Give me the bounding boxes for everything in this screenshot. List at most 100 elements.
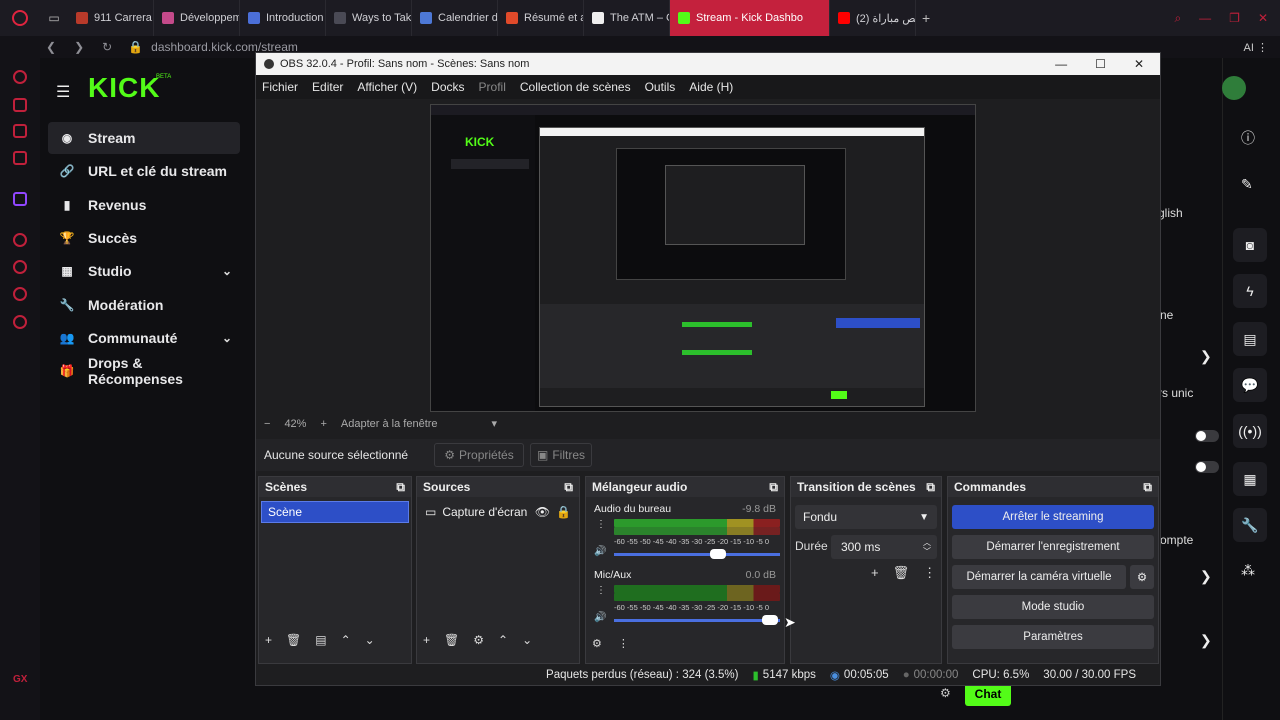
close-icon[interactable]: ✕ [1258,11,1268,26]
eye-icon[interactable]: 👁 [535,505,550,519]
spin-arrows-icon[interactable]: ︿ ﹀ [923,538,931,556]
lightning-icon[interactable]: ϟ [1233,274,1267,308]
notes-icon[interactable]: ▤ [1233,322,1267,356]
minimize-icon[interactable]: — [1199,11,1211,26]
lock-icon[interactable]: 🔒 [556,505,571,519]
gear-icon[interactable]: ⚙ [473,633,484,647]
start-recording-button[interactable]: Démarrer l'enregistrement [952,535,1154,559]
opera-gx-logo[interactable] [0,0,40,36]
edit-icon[interactable]: ✎ [1241,176,1253,193]
scene-item[interactable]: Scène [261,501,409,523]
ai-button[interactable]: AI ⋮ [1244,41,1268,54]
mixer-menu-icon[interactable]: ⋮ [596,585,606,596]
add-icon[interactable]: + [265,633,272,647]
twitch-icon[interactable] [13,192,27,206]
gx-sidebar-icon[interactable] [13,70,27,84]
menu-item[interactable]: Fichier [262,80,298,94]
settings-button[interactable]: Paramètres [952,625,1154,649]
chevron-right-icon[interactable]: ❯ [1200,632,1212,649]
menu-item[interactable]: Docks [431,80,464,94]
menu-item[interactable]: Outils [645,80,676,94]
sidebar-item-4[interactable]: ▦ Studio ⌄ [48,255,240,287]
sidebar-item-6[interactable]: 👥 Communauté ⌄ [48,322,240,354]
avatar[interactable] [1222,76,1246,100]
dock-float-icon[interactable]: ⧉ [396,480,405,495]
chat-settings-icon[interactable]: ⚙ [940,686,951,700]
info-icon[interactable]: ⓘ [1241,128,1255,148]
kebab-menu-icon[interactable]: ⋮ [923,565,936,581]
filter-icon[interactable]: ▤ [315,633,326,647]
dock-float-icon[interactable]: ⧉ [1143,480,1152,495]
speaker-icon[interactable]: 🔊 [594,546,606,557]
tools-icon[interactable]: 🔧 [1233,508,1267,542]
mixer-menu-icon[interactable]: ⋮ [596,519,606,530]
chevron-down-icon[interactable]: ▾ [492,417,498,430]
source-item[interactable]: ▭ Capture d'écran 👁 🔒 [419,501,577,523]
minimize-icon[interactable]: — [1055,57,1067,71]
menu-icon[interactable]: ☰ [56,82,70,102]
layout-icon[interactable]: ▦ [1233,462,1267,496]
back-icon[interactable]: ❮ [46,40,56,54]
chevron-right-icon[interactable]: ❯ [1200,568,1212,585]
virtual-camera-button[interactable]: Démarrer la caméra virtuelle [952,565,1126,589]
chevron-down-icon[interactable]: ⌄ [222,331,232,345]
chevron-up-icon[interactable]: ⌃ [341,633,351,647]
trash-icon[interactable]: 🗑 [444,633,459,647]
browser-tab[interactable]: Résumé et avis c [498,0,584,36]
fit-window-select[interactable]: Adapter à la fenêtre [341,418,438,430]
history-icon[interactable] [13,260,27,274]
browser-tab[interactable]: ملخص مباراة (2) [830,0,916,36]
zoom-in-icon[interactable]: + [320,418,326,430]
dock-float-icon[interactable]: ⧉ [564,480,573,495]
chevron-right-icon[interactable]: ❯ [1200,348,1212,365]
properties-button[interactable]: ⚙ Propriétés [434,443,524,467]
gx-sidebar-icon[interactable] [13,287,27,301]
obs-preview[interactable]: KICK [430,104,976,412]
broadcast-icon[interactable]: ((•)) [1233,414,1267,448]
menu-item[interactable]: Aide (H) [689,80,733,94]
settings-icon[interactable] [13,315,27,329]
duration-spinbox[interactable]: 300 ms ︿ ﹀ [831,535,937,559]
desktop-volume-slider[interactable] [614,553,780,556]
trash-icon[interactable]: 🗑 [286,633,301,647]
add-icon[interactable]: + [423,633,430,647]
browser-tab[interactable]: Stream - Kick Dashbo [670,0,830,36]
desktop-volume-handle[interactable] [710,549,726,559]
gx-sidebar-icon[interactable] [13,98,27,112]
chevron-down-icon[interactable]: ⌄ [222,264,232,278]
transition-select[interactable]: Fondu ▼ [795,505,937,529]
browser-tab[interactable]: The ATM – COTI [584,0,670,36]
browser-tab[interactable]: Développement [154,0,240,36]
speaker-icon[interactable]: 🔊 [594,612,606,623]
reload-icon[interactable]: ↻ [102,40,112,54]
sidebar-item-2[interactable]: ▮ Revenus [48,189,240,221]
virtual-camera-settings-button[interactable]: ⚙ [1130,565,1154,589]
sidebar-item-1[interactable]: 🔗 URL et clé du stream [48,155,240,187]
sidebar-item-7[interactable]: 🎁 Drops & Récompenses [48,355,240,387]
maximize-icon[interactable]: ☐ [1095,57,1106,71]
sidebar-item-0[interactable]: ◉ Stream [48,122,240,154]
browser-tab[interactable]: 911 Carrera 4 GT [68,0,154,36]
stop-streaming-button[interactable]: Arrêter le streaming [952,505,1154,529]
kick-logo[interactable]: KICK [88,72,160,104]
tab-overview-icon[interactable]: ▭ [40,11,68,25]
gx-sidebar-icon[interactable] [13,151,27,165]
toggle-switch[interactable] [1195,430,1219,442]
camera-icon[interactable]: ◙ [1233,228,1267,262]
menu-item[interactable]: Profil [479,80,506,94]
toggle-switch[interactable] [1195,461,1219,473]
forward-icon[interactable]: ❯ [74,40,84,54]
zoom-out-icon[interactable]: − [264,418,270,430]
kebab-menu-icon[interactable]: ⋮ [618,637,629,650]
menu-item[interactable]: Editer [312,80,343,94]
chevron-up-icon[interactable]: ⌃ [498,633,508,647]
sidebar-item-5[interactable]: 🔧 Modération [48,289,240,321]
chat-bubble-icon[interactable]: 💬 [1233,368,1267,402]
restore-icon[interactable]: ❐ [1229,11,1240,26]
mixer-settings-icon[interactable]: ⚙ [592,637,602,650]
filters-button[interactable]: ▣ Filtres [530,443,592,467]
search-icon[interactable]: ⌕ [1174,11,1181,26]
dock-float-icon[interactable]: ⧉ [926,480,935,495]
menu-item[interactable]: Collection de scènes [520,80,631,94]
browser-tab[interactable]: Calendrier des p [412,0,498,36]
